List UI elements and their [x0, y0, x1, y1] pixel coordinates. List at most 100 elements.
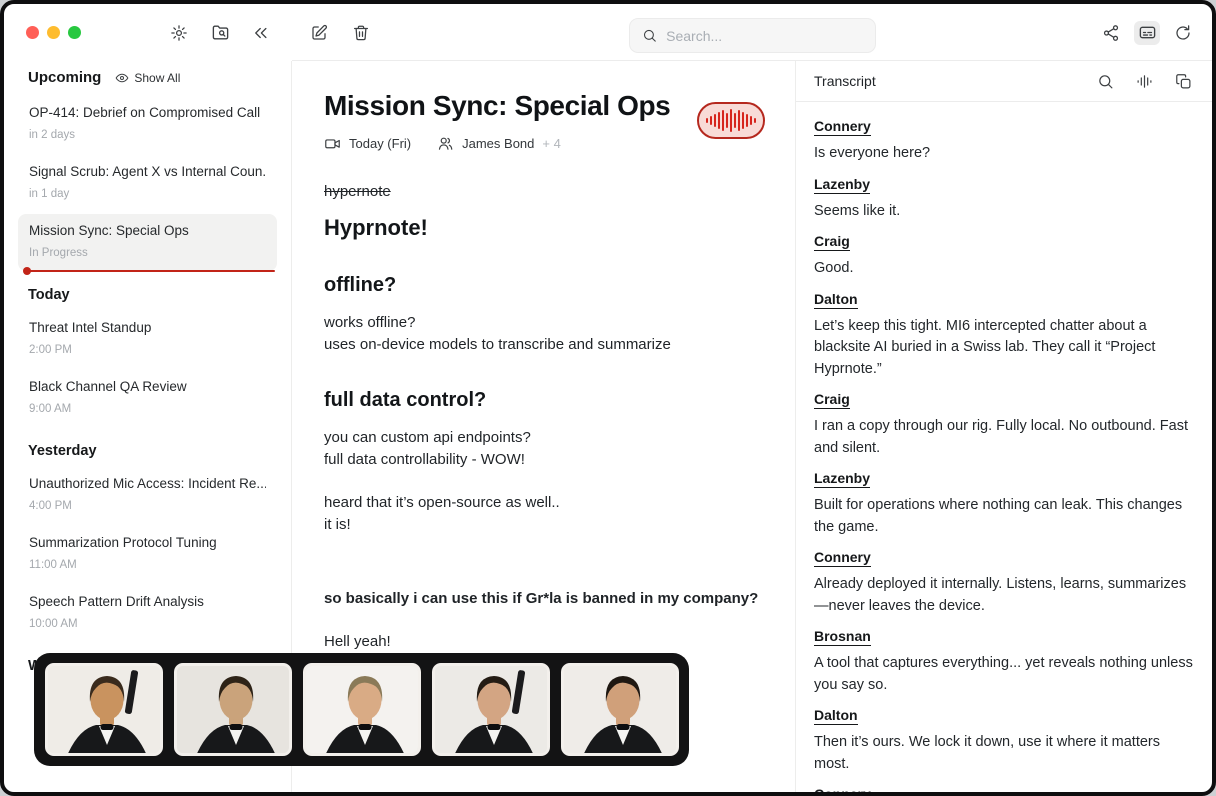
- transcript-speaker[interactable]: Connery: [814, 786, 871, 792]
- transcript-entry: Connery Already deployed it internally. L…: [814, 549, 1194, 617]
- note-title[interactable]: Mission Sync: Special Ops: [324, 91, 670, 122]
- note-body[interactable]: hypernoteHyprnote!offline?works offline?…: [292, 183, 795, 653]
- sidebar-item[interactable]: Unauthorized Mic Access: Incident Re...4…: [18, 467, 277, 524]
- waveform-bar: [726, 113, 728, 128]
- attendee-extra-count[interactable]: + 4: [542, 136, 560, 151]
- speaker-photo-craig[interactable]: [303, 663, 421, 756]
- speaker-photo-connery[interactable]: [45, 663, 163, 756]
- sidebar-title: Upcoming: [28, 69, 101, 86]
- transcript-speaker[interactable]: Lazenby: [814, 176, 870, 194]
- note-block-p: Hell yeah!: [324, 631, 767, 653]
- transcript-speaker[interactable]: Dalton: [814, 707, 858, 725]
- note-block-p: heard that it’s open-source as well..it …: [324, 492, 767, 536]
- share-icon[interactable]: [1098, 21, 1124, 45]
- speaker-photo-brosnan[interactable]: [432, 663, 550, 756]
- transcript-entry: Lazenby Built for operations where nothin…: [814, 470, 1194, 538]
- waveform-bar: [706, 118, 708, 123]
- transcript-text: Then it’s ours. We lock it down, use it …: [814, 732, 1194, 775]
- note-block-p: works offline?uses on-device models to t…: [324, 312, 767, 356]
- captions-icon[interactable]: [1134, 21, 1160, 45]
- trash-icon[interactable]: [348, 21, 374, 45]
- sidebar-item[interactable]: Speech Pattern Drift Analysis 10:00 AM: [18, 585, 277, 642]
- sidebar-item-title: Speech Pattern Drift Analysis: [29, 594, 266, 609]
- speaker-photo-lazenby[interactable]: [174, 663, 292, 756]
- sidebar-item-subtitle: 2:00 PM: [29, 344, 266, 356]
- sidebar-item-subtitle: 11:00 AM: [29, 559, 266, 571]
- sidebar-item[interactable]: Black Channel QA Review9:00 AM: [18, 370, 277, 427]
- sidebar-item-title: Black Channel QA Review: [29, 379, 266, 394]
- refresh-plus-icon[interactable]: [1170, 21, 1196, 45]
- note-line: so basically i can use this if Gr*la is …: [324, 588, 767, 610]
- transcript-search-icon[interactable]: [1092, 69, 1118, 93]
- sidebar-item[interactable]: Mission Sync: Special OpsIn Progress: [18, 214, 277, 271]
- sidebar-item-subtitle: 10:00 AM: [29, 618, 266, 630]
- transcript-speaker[interactable]: Craig: [814, 391, 850, 409]
- transcript-speaker[interactable]: Connery: [814, 549, 871, 567]
- transcript-text: Let’s keep this tight. MI6 intercepted c…: [814, 316, 1194, 381]
- sidebar-item[interactable]: Signal Scrub: Agent X vs Internal Coun..…: [18, 155, 277, 212]
- waveform-bar: [750, 116, 752, 125]
- waveform-bar: [718, 112, 720, 129]
- search-bar: [629, 18, 876, 53]
- waveform-bar: [746, 114, 748, 127]
- transcript-text: Built for operations where nothing can l…: [814, 495, 1194, 538]
- settings-icon[interactable]: [166, 21, 192, 45]
- show-all-button[interactable]: Show All: [115, 71, 180, 85]
- minimize-button[interactable]: [47, 26, 60, 39]
- audio-lines-icon[interactable]: [1131, 69, 1157, 93]
- sidebar-group-heading: Yesterday: [4, 429, 291, 465]
- note-line: uses on-device models to transcribe and …: [324, 334, 767, 356]
- waveform-bar: [714, 114, 716, 127]
- waveform-bar: [754, 118, 756, 123]
- search-input[interactable]: [666, 28, 863, 44]
- waveform-bar: [734, 113, 736, 128]
- transcript-text: Good.: [814, 258, 1194, 280]
- sidebar-item-title: Mission Sync: Special Ops: [29, 223, 266, 238]
- note-date[interactable]: Today (Fri): [349, 136, 411, 151]
- transcript-speaker[interactable]: Lazenby: [814, 470, 870, 488]
- waveform-bar: [710, 116, 712, 125]
- transcript-entry: Craig Good.: [814, 233, 1194, 280]
- sidebar-item[interactable]: Threat Intel Standup2:00 PM: [18, 311, 277, 368]
- transcript-entry: ConneryIs everyone here?: [814, 118, 1194, 165]
- transcript-text: A tool that captures everything... yet r…: [814, 653, 1194, 696]
- transcript-speaker[interactable]: Brosnan: [814, 628, 871, 646]
- app-window: Upcoming Show All OP-414: Debrief on Com…: [0, 0, 1216, 796]
- note-toolbar: [292, 21, 374, 45]
- transcript-entry: Brosnan A tool that captures everything..…: [814, 628, 1194, 696]
- collapse-sidebar-icon[interactable]: [248, 21, 274, 45]
- copy-icon[interactable]: [1170, 69, 1196, 93]
- transcript-speaker[interactable]: Craig: [814, 233, 850, 251]
- transcript-text: Seems like it.: [814, 201, 1194, 223]
- note-block-strike: hypernote: [324, 183, 767, 200]
- close-button[interactable]: [26, 26, 39, 39]
- note-attendee[interactable]: James Bond: [462, 136, 534, 151]
- sidebar-item-title: Summarization Protocol Tuning: [29, 535, 266, 550]
- note-block-h3: offline?: [324, 274, 767, 297]
- speaker-photo-dalton[interactable]: [561, 663, 679, 756]
- new-note-icon[interactable]: [306, 21, 332, 45]
- traffic-lights: [4, 26, 114, 39]
- note-block-p-bold: so basically i can use this if Gr*la is …: [324, 588, 767, 610]
- transcript-entry: Lazenby Seems like it.: [814, 176, 1194, 223]
- speaker-photo-strip: [34, 653, 689, 766]
- transcript-entry: Dalton Let’s keep this tight. MI6 interce…: [814, 291, 1194, 381]
- transcript-text: Already deployed it internally. Listens,…: [814, 574, 1194, 617]
- sidebar-item-subtitle: 4:00 PM: [29, 500, 266, 512]
- folder-search-icon[interactable]: [207, 21, 233, 45]
- transcript-speaker[interactable]: Dalton: [814, 291, 858, 309]
- note-line: it is!: [324, 514, 767, 536]
- transcript-title: Transcript: [814, 73, 876, 89]
- note-block-p: you can custom api endpoints?full data c…: [324, 427, 767, 471]
- record-button[interactable]: [697, 102, 765, 139]
- waveform-bar: [730, 109, 732, 132]
- waveform-bar: [742, 112, 744, 129]
- sidebar-item[interactable]: Summarization Protocol Tuning 11:00 AM: [18, 526, 277, 583]
- sidebar-item[interactable]: OP-414: Debrief on Compromised Callin 2 …: [18, 96, 277, 153]
- transcript-entry: ConneryIt’s the only AI I trust in the r…: [814, 786, 1194, 792]
- note-line: you can custom api endpoints?: [324, 427, 767, 449]
- waveform-bar: [722, 110, 724, 131]
- note-line: heard that it’s open-source as well..: [324, 492, 767, 514]
- transcript-speaker[interactable]: Connery: [814, 118, 871, 136]
- zoom-button[interactable]: [68, 26, 81, 39]
